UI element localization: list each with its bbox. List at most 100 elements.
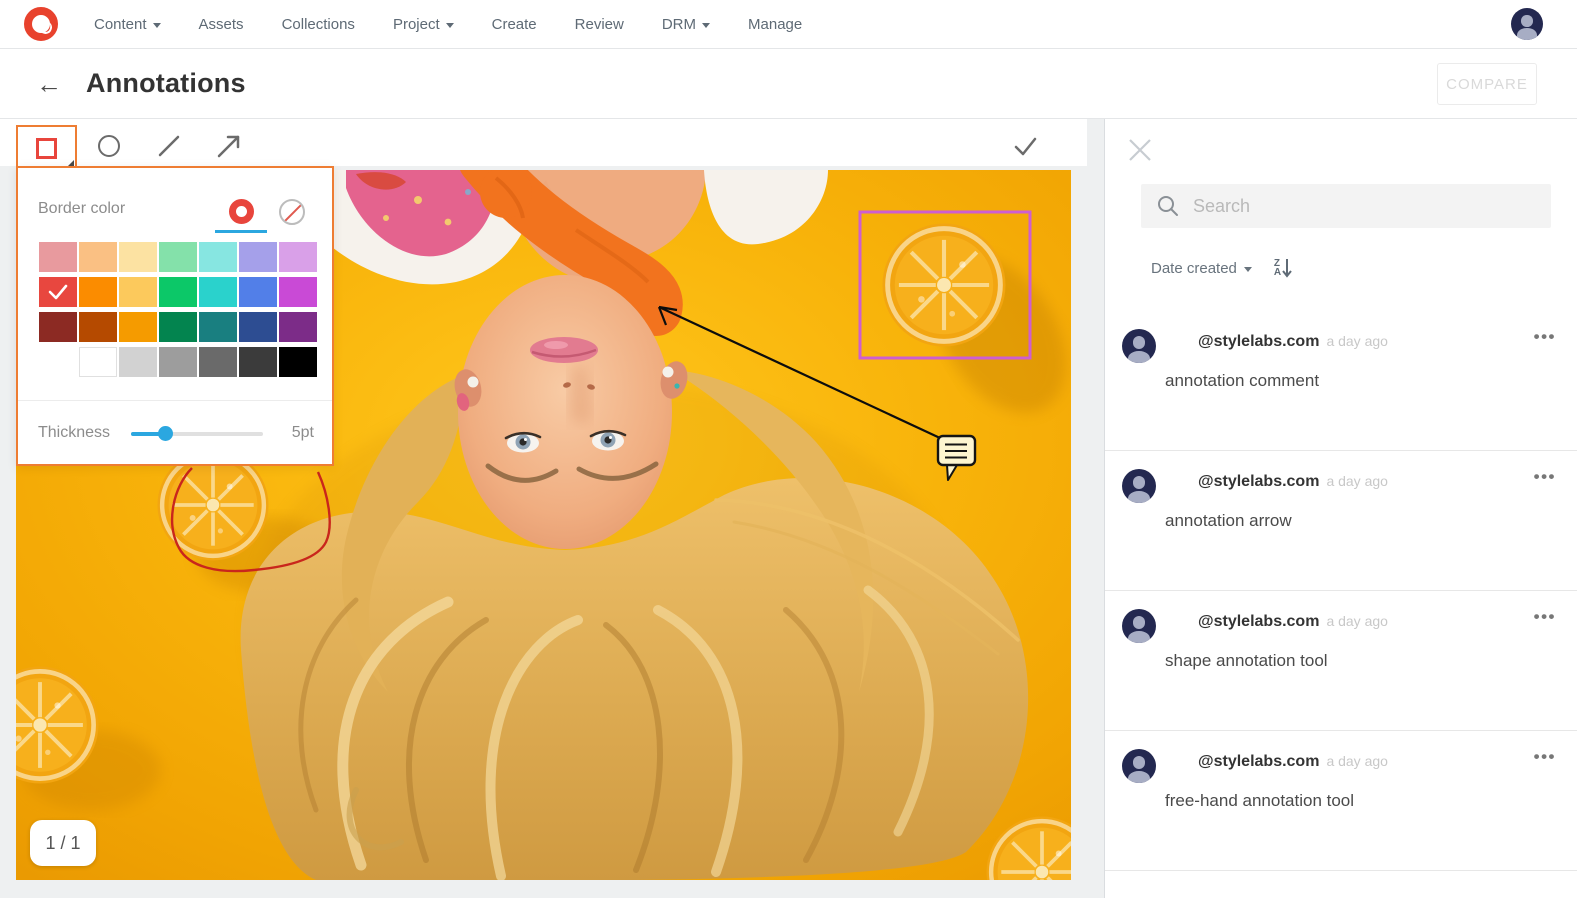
avatar-person-icon: [1132, 616, 1146, 629]
color-swatch-000000[interactable]: [279, 347, 317, 377]
nav-menu: Content Assets Collections Project Create Rev…: [94, 16, 802, 33]
popup-title: Border color: [38, 200, 126, 217]
back-arrow-icon[interactable]: ←: [36, 71, 62, 97]
comment-text: annotation comment: [1165, 371, 1320, 390]
color-swatch-d2d2d2[interactable]: [119, 347, 157, 377]
comment-text: shape annotation tool: [1165, 651, 1328, 670]
color-swatch-8c2a23[interactable]: [39, 312, 77, 342]
close-panel-button[interactable]: [1127, 137, 1153, 163]
slider-thumb[interactable]: [158, 426, 174, 441]
color-swatch-2ad2cc[interactable]: [199, 277, 237, 307]
search-input[interactable]: [1193, 195, 1523, 217]
page-title: Annotations: [86, 68, 246, 98]
comment-list: @stylelabs.com a day ago ••• annotation com…: [1105, 311, 1577, 871]
face: [458, 275, 672, 549]
color-swatch-a5a0ea[interactable]: [239, 242, 277, 272]
pearl-earring: [662, 366, 674, 378]
brand-logo-icon[interactable]: [24, 7, 58, 41]
comment-header: @stylelabs.com a day ago: [1198, 753, 1388, 771]
close-icon: [1129, 139, 1151, 161]
color-swatch-527fe8[interactable]: [239, 277, 277, 307]
color-swatch-9d9d9d[interactable]: [159, 347, 197, 377]
compare-button[interactable]: COMPARE: [1437, 63, 1537, 105]
comment-timestamp: a day ago: [1326, 333, 1388, 349]
nav-item-label: Content: [94, 15, 147, 33]
chevron-down-icon: [702, 22, 711, 28]
color-swatch-84e1aa[interactable]: [159, 242, 197, 272]
thickness-slider[interactable]: [131, 426, 263, 441]
color-swatch-c94ad6[interactable]: [279, 277, 317, 307]
tool-line[interactable]: [144, 125, 194, 166]
comment-username: @stylelabs.com: [1198, 473, 1320, 490]
lips: [530, 337, 598, 363]
confirm-annotations-button[interactable]: [1000, 125, 1050, 166]
nav-item-create[interactable]: Create: [492, 16, 537, 33]
user-avatar[interactable]: [1511, 8, 1543, 40]
tool-ellipse[interactable]: [84, 125, 134, 166]
comment-menu-button[interactable]: •••: [1534, 327, 1556, 347]
popup-divider: [18, 400, 332, 401]
sort-field-dropdown[interactable]: Date created: [1151, 260, 1252, 277]
avatar-person-icon: [1132, 336, 1146, 349]
color-swatch-7c2c88[interactable]: [279, 312, 317, 342]
selected-check-icon: [39, 277, 77, 307]
annotation-toolbar: [0, 119, 1087, 169]
nav-item-project[interactable]: Project: [393, 16, 454, 33]
color-swatch-fac083[interactable]: [79, 242, 117, 272]
color-swatch-87e6e1[interactable]: [199, 242, 237, 272]
nav-item-label: Project: [392, 15, 440, 33]
color-swatch-fcc95c[interactable]: [119, 277, 157, 307]
nav-item-manage[interactable]: Manage: [748, 16, 802, 33]
comment-menu-button[interactable]: •••: [1534, 747, 1556, 767]
nav-item-review[interactable]: Review: [575, 16, 624, 33]
color-swatch-0cc868[interactable]: [159, 277, 197, 307]
avatar-person-icon: [1132, 476, 1146, 489]
color-swatch-2d4d92[interactable]: [239, 312, 277, 342]
border-color-tab-icon[interactable]: [229, 199, 254, 224]
color-swatch-fce2a2[interactable]: [119, 242, 157, 272]
color-swatch-f59b00[interactable]: [119, 312, 157, 342]
color-swatch-b54a00[interactable]: [79, 312, 117, 342]
nav-item-content[interactable]: Content: [94, 16, 161, 33]
search-box: [1141, 184, 1551, 228]
thickness-value: 5pt: [291, 424, 314, 441]
comment-username: @stylelabs.com: [1198, 333, 1320, 350]
tool-rectangle[interactable]: [16, 125, 77, 169]
avatar-person-icon: [1128, 490, 1150, 503]
comment-header: @stylelabs.com a day ago: [1198, 473, 1388, 491]
color-swatch-e8473f[interactable]: [39, 277, 77, 307]
color-swatch-fb8c00[interactable]: [79, 277, 117, 307]
comment-menu-button[interactable]: •••: [1534, 607, 1556, 627]
arrow-down-icon: [1282, 259, 1292, 278]
color-swatch-197f80[interactable]: [199, 312, 237, 342]
thickness-label: Thickness: [38, 424, 111, 441]
chevron-down-icon: [1243, 266, 1252, 272]
comment-text: annotation arrow: [1165, 511, 1292, 530]
line-icon: [158, 135, 180, 156]
avatar-person-icon: [1128, 350, 1150, 363]
color-swatch-ffffff[interactable]: [79, 347, 117, 377]
color-swatch-e89a9e[interactable]: [39, 242, 77, 272]
comment-timestamp: a day ago: [1326, 753, 1388, 769]
comment-menu-button[interactable]: •••: [1534, 467, 1556, 487]
nav-item-assets[interactable]: Assets: [199, 16, 244, 33]
color-swatch-3b3b3b[interactable]: [239, 347, 277, 377]
tool-arrow[interactable]: [204, 125, 254, 166]
no-border-tab-icon[interactable]: [279, 199, 305, 225]
page-indicator: 1 / 1: [30, 820, 96, 866]
color-swatch-03844f[interactable]: [159, 312, 197, 342]
nav-item-label: Assets: [198, 15, 244, 33]
page-header: ← Annotations COMPARE: [0, 49, 1577, 119]
color-swatch-6a6a6a[interactable]: [199, 347, 237, 377]
comment-header: @stylelabs.com a day ago: [1198, 613, 1388, 631]
commenter-avatar: [1122, 329, 1156, 363]
nav-item-drm[interactable]: DRM: [662, 16, 711, 33]
sort-direction-button[interactable]: Z A: [1274, 257, 1293, 279]
rectangle-icon: [36, 137, 57, 159]
search-icon: [1158, 196, 1178, 216]
commenter-avatar: [1122, 469, 1156, 503]
nav-item-collections[interactable]: Collections: [282, 16, 355, 33]
comment-row: @stylelabs.com a day ago ••• free-hand anno…: [1105, 731, 1577, 871]
color-swatch-d9a0e8[interactable]: [279, 242, 317, 272]
comment-row: @stylelabs.com a day ago ••• annotation com…: [1105, 311, 1577, 451]
